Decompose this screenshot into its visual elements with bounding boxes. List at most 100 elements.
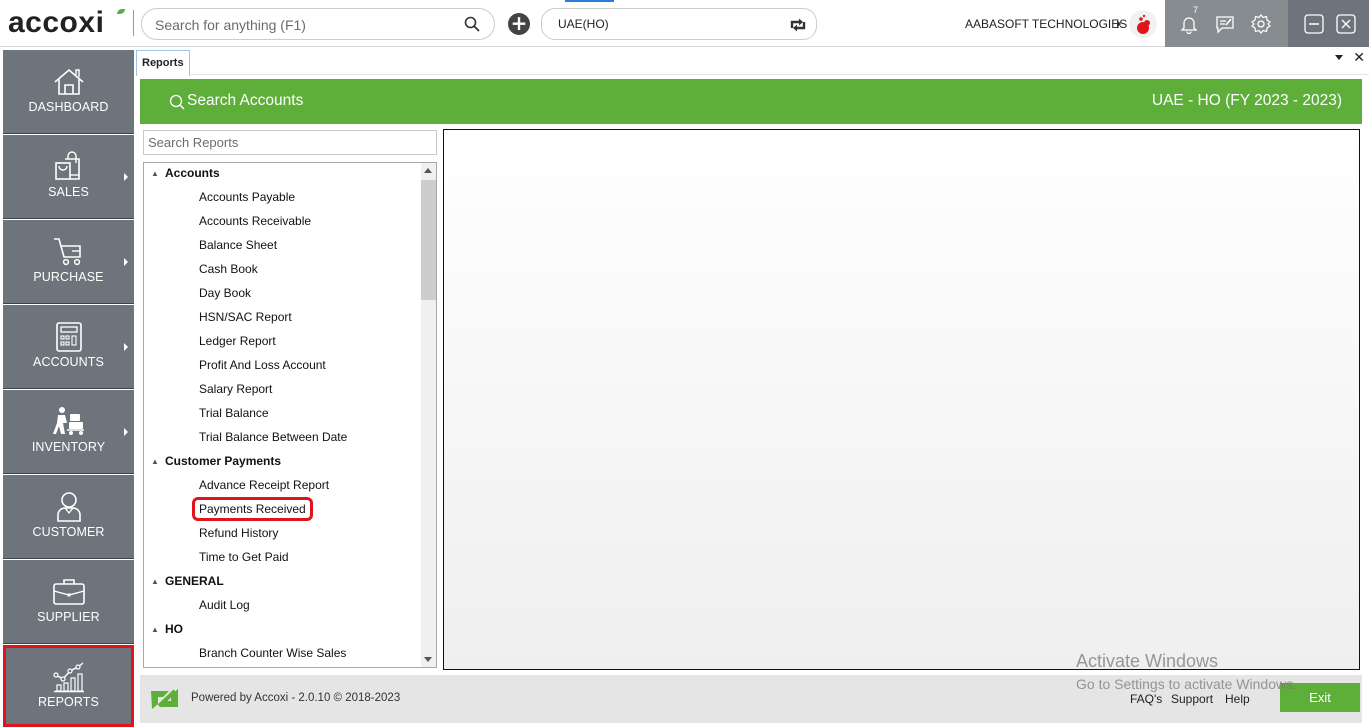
collapse-caret-icon[interactable]: ▲ (151, 577, 159, 586)
tree-item[interactable]: Time to Get Paid (144, 547, 422, 569)
tree-item[interactable]: Accounts Receivable (144, 211, 422, 233)
sidebar-label: SALES (48, 185, 89, 199)
scroll-down-arrow-icon[interactable] (424, 657, 432, 662)
tree-group-customer-payments[interactable]: ▲ Customer Payments (144, 451, 422, 473)
sidebar-item-supplier[interactable]: SUPPLIER (3, 560, 134, 644)
tree-item-label: HSN/SAC Report (199, 310, 292, 324)
sidebar-label: SUPPLIER (37, 610, 100, 624)
calculator-icon (55, 322, 82, 352)
active-indicator (565, 0, 614, 2)
sidebar-item-reports[interactable]: REPORTS (3, 645, 134, 727)
tree-item-label: Accounts Payable (199, 190, 296, 204)
tree-group-ho[interactable]: ▲ HO (144, 619, 422, 641)
scroll-thumb[interactable] (421, 180, 436, 300)
tab-list-dropdown-icon[interactable] (1335, 55, 1343, 60)
tree-group-label: Accounts (165, 166, 220, 180)
gear-icon[interactable] (1250, 13, 1272, 35)
global-search-input[interactable] (155, 15, 455, 35)
tree-item[interactable]: Salary Report (144, 379, 422, 401)
tree-group-accounts[interactable]: ▲ Accounts (144, 163, 422, 185)
accoxi-logo: accoxi (8, 6, 105, 39)
tree-item[interactable]: Trial Balance (144, 403, 422, 425)
sidebar-item-inventory[interactable]: INVENTORY (3, 390, 134, 474)
submenu-caret-icon (124, 428, 128, 436)
accoxi-footer-logo-icon (151, 689, 178, 709)
submenu-caret-icon (124, 173, 128, 181)
tree-item-label: Trial Balance (199, 406, 269, 420)
collapse-caret-icon[interactable]: ▲ (151, 169, 159, 178)
scroll-up-arrow-icon[interactable] (424, 168, 432, 173)
logo-leaf-icon (117, 9, 125, 14)
tree-item-payments-received[interactable]: Payments Received (144, 497, 422, 521)
sidebar-item-purchase[interactable]: PURCHASE (3, 220, 134, 304)
tab-close-icon[interactable]: ✕ (1353, 50, 1365, 66)
collapse-caret-icon[interactable]: ▲ (151, 457, 159, 466)
collapse-caret-icon[interactable]: ▲ (151, 625, 159, 634)
tree-item[interactable]: HSN/SAC Report (144, 307, 422, 329)
close-icon[interactable] (1335, 13, 1357, 35)
tree-item[interactable]: Refund History (144, 523, 422, 545)
tree-item[interactable]: Profit And Loss Account (144, 355, 422, 377)
tab-strip: Reports ✕ (136, 47, 1369, 76)
faqs-link[interactable]: FAQ's (1130, 692, 1162, 706)
global-search-box[interactable] (141, 8, 495, 40)
tree-item-label: Payments Received (192, 497, 313, 521)
help-link[interactable]: Help (1225, 692, 1250, 706)
tree-item[interactable]: Cash Book (144, 259, 422, 281)
report-search-input[interactable] (144, 131, 436, 154)
tree-item[interactable]: Day Book (144, 283, 422, 305)
tree-item[interactable]: Accounts Payable (144, 187, 422, 209)
sidebar-label: DASHBOARD (28, 100, 109, 114)
minimize-icon[interactable] (1303, 13, 1325, 35)
tree-item[interactable]: Advance Receipt Report (144, 475, 422, 497)
tree-scrollbar[interactable] (421, 163, 436, 667)
tree-item[interactable]: Balance Sheet (144, 235, 422, 257)
tree-item[interactable]: Audit Log (144, 595, 422, 617)
branch-selector[interactable]: UAE(HO) (541, 8, 817, 40)
tree-item-label: Audit Log (199, 598, 250, 612)
sidebar: DASHBOARD SALES PURCHASE ACCOUNTS INVENT… (0, 47, 136, 728)
plus-circle-icon[interactable]: + (508, 13, 530, 35)
bell-icon[interactable] (1178, 13, 1200, 35)
tree-item-label: Cash Book (199, 262, 258, 276)
company-caret-icon[interactable] (1117, 20, 1121, 28)
sidebar-label: ACCOUNTS (33, 355, 104, 369)
tree-group-label: HO (165, 622, 183, 636)
home-icon (53, 68, 84, 95)
fiscal-year-label: UAE - HO (FY 2023 - 2023) (1151, 92, 1342, 109)
tree-item[interactable]: Ledger Report (144, 331, 422, 353)
sync-icon[interactable] (788, 15, 808, 35)
tree-group-general[interactable]: ▲ GENERAL (144, 571, 422, 593)
reports-header-bar: Search Accounts UAE - HO (FY 2023 - 2023… (140, 79, 1362, 124)
notification-count: 7 (1193, 5, 1199, 15)
user-icon (56, 492, 81, 522)
tree-item[interactable]: Trial Balance Between Date (144, 427, 422, 449)
report-content-panel (443, 129, 1360, 670)
report-search-box[interactable] (143, 130, 437, 155)
tab-reports[interactable]: Reports (136, 50, 190, 76)
sidebar-label: INVENTORY (31, 440, 106, 454)
support-link[interactable]: Support (1171, 692, 1213, 706)
trolley-worker-icon (52, 407, 84, 435)
sidebar-item-dashboard[interactable]: DASHBOARD (3, 50, 134, 134)
powered-by-text: Powered by Accoxi - 2.0.10 © 2018-2023 (191, 692, 401, 704)
sidebar-item-customer[interactable]: CUSTOMER (3, 475, 134, 559)
chart-icon (52, 662, 84, 693)
utility-tray (1165, 0, 1288, 47)
tree-item-label: Ledger Report (199, 334, 276, 348)
sidebar-item-accounts[interactable]: ACCOUNTS (3, 305, 134, 389)
search-accounts-button[interactable]: Search Accounts (187, 92, 303, 110)
tree-item[interactable]: Branch Counter Wise Sales (144, 643, 422, 665)
tree-item-label: Branch Counter Wise Sales (199, 646, 347, 660)
tree-item-label: Balance Sheet (199, 238, 278, 252)
search-icon[interactable] (464, 16, 480, 32)
company-name[interactable]: AABASOFT TECHNOLOGIES (965, 17, 1127, 31)
tree-group-label: GENERAL (165, 574, 224, 588)
submenu-caret-icon (124, 258, 128, 266)
tree-item-label: Accounts Receivable (199, 214, 312, 228)
sidebar-item-sales[interactable]: SALES (3, 135, 134, 219)
search-icon[interactable] (169, 94, 185, 110)
chat-edit-icon[interactable] (1214, 13, 1236, 35)
company-avatar[interactable] (1129, 10, 1157, 38)
tree-item-label: Profit And Loss Account (199, 358, 326, 372)
